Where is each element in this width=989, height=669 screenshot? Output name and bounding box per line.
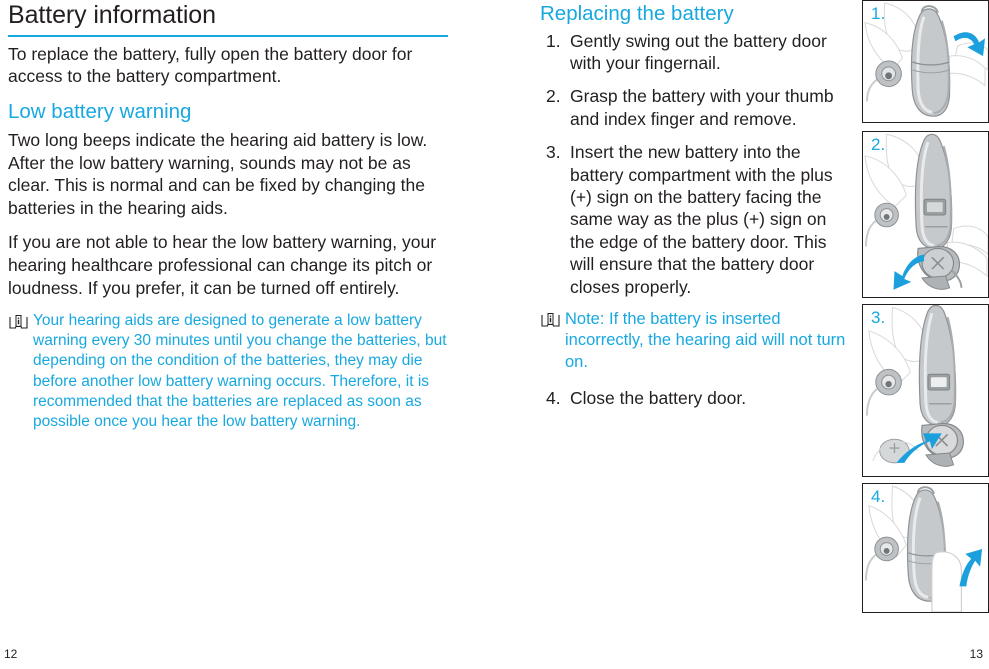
step-number: 1.	[546, 30, 561, 51]
figure-3-label: 3.	[871, 308, 886, 327]
document-page-spread: Battery information To replace the batte…	[0, 0, 989, 669]
hearing-aid-illustration-2	[864, 133, 988, 290]
left-page-column: Battery information To replace the batte…	[8, 0, 448, 432]
right-page-column: Replacing the battery 1. Gently swing ou…	[540, 0, 855, 421]
intro-paragraph: To replace the battery, fully open the b…	[8, 43, 413, 87]
title-divider	[8, 34, 448, 37]
note-block-left: Your hearing aids are designed to genera…	[8, 311, 448, 432]
list-item: 2. Grasp the battery with your thumb and…	[540, 85, 855, 130]
instructions-for-use-icon	[9, 315, 28, 329]
page-number-right: 13	[969, 647, 983, 661]
page-title: Battery information	[8, 1, 216, 29]
note-text-right: Note: If the battery is inserted incorre…	[565, 309, 846, 371]
list-item: 3. Insert the new battery into the batte…	[540, 141, 855, 298]
note-text-left: Your hearing aids are designed to genera…	[33, 312, 447, 430]
list-item: 1. Gently swing out the battery door wit…	[540, 30, 855, 75]
body-paragraph-1: Two long beeps indicate the hearing aid …	[8, 130, 428, 218]
step-text: Close the battery door.	[570, 388, 747, 409]
steps-list: 1. Gently swing out the battery door wit…	[540, 30, 855, 298]
hearing-aid-illustration-3	[865, 305, 964, 467]
list-item-final-step: 4. Close the battery door.	[540, 387, 855, 409]
body-paragraph-2: If you are not able to hear the low batt…	[8, 232, 437, 298]
figure-2: 2.	[862, 131, 989, 298]
figure-2-label: 2.	[871, 135, 886, 154]
section-heading-replacing-the-battery: Replacing the battery	[540, 2, 734, 25]
figure-1: 1.	[862, 0, 989, 123]
note-block-right: Note: If the battery is inserted incorre…	[540, 309, 855, 373]
figure-3: 3.	[862, 304, 989, 477]
step-text: Insert the new battery into the battery …	[570, 142, 833, 297]
step-number: 2.	[546, 86, 561, 107]
step-number: 3.	[546, 142, 561, 163]
figure-4-label: 4.	[871, 487, 886, 506]
page-number-left: 12	[4, 647, 18, 661]
step-text: Grasp the battery with your thumb and in…	[570, 86, 834, 129]
step-text: Gently swing out the battery door with y…	[570, 30, 827, 73]
figure-1-label: 1.	[871, 4, 886, 23]
figure-4: 4.	[862, 483, 989, 613]
section-heading-low-battery-warning: Low battery warning	[8, 99, 192, 123]
instructions-for-use-icon	[541, 312, 560, 327]
step-number: 4.	[546, 388, 561, 409]
